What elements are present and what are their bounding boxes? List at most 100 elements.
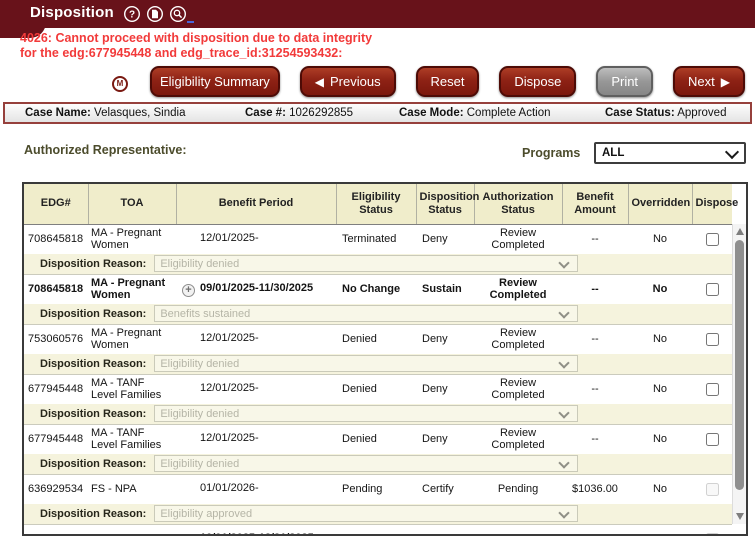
error-line-1: 4026: Cannot proceed with disposition du…	[20, 31, 372, 46]
search-icon[interactable]	[169, 5, 187, 23]
benefit-period-text: 12/01/2025-	[200, 432, 259, 444]
toa-cell: FS - NPA	[88, 474, 176, 504]
previous-label: Previous	[330, 74, 381, 89]
disposition-reason-row: Disposition Reason:Eligibility denied	[24, 254, 732, 274]
table-row: 636929534 FS - NPA +10/01/2025-12/31/202…	[24, 524, 732, 536]
table-row: 708645818 MA - Pregnant Women +09/01/202…	[24, 274, 732, 304]
disposition-reason-select[interactable]: Benefits sustained	[154, 305, 578, 322]
disposition-reason-cell: Disposition Reason:Eligibility denied	[24, 354, 732, 374]
edg-number-cell: 753060576	[24, 324, 88, 354]
disposition-reason-select[interactable]: Eligibility approved	[154, 505, 578, 522]
edg-number-cell: 708645818	[24, 224, 88, 254]
toa-cell: MA - Pregnant Women	[88, 274, 176, 304]
help-icon[interactable]: ?	[123, 5, 141, 23]
disposition-reason-row: Disposition Reason:Eligibility approved	[24, 504, 732, 524]
disposition-status-cell: Deny	[416, 424, 474, 454]
benefit-period-cell: +12/01/2025-	[176, 324, 336, 354]
disposition-status-cell: Deny	[416, 324, 474, 354]
dispose-checkbox[interactable]	[706, 383, 719, 396]
disposition-status-cell: Decrease	[416, 524, 474, 536]
edg-number-cell: 636929534	[24, 524, 88, 536]
eligibility-status-cell: Denied	[336, 374, 416, 404]
scrollbar-up-arrow-icon[interactable]	[733, 225, 747, 238]
authorization-status-cell: Review Completed	[474, 424, 562, 454]
disposition-status-cell: Sustain	[416, 274, 474, 304]
disposition-reason-select[interactable]: Eligibility denied	[154, 455, 578, 472]
eligibility-status-cell: Denied	[336, 324, 416, 354]
disposition-reason-select[interactable]: Eligibility denied	[154, 255, 578, 272]
disposition-reason-label: Disposition Reason:	[40, 458, 146, 470]
dispose-checkbox[interactable]	[706, 233, 719, 246]
programs-select[interactable]: ALL	[594, 142, 746, 164]
print-button[interactable]: Print	[596, 66, 653, 97]
dispose-cell	[692, 274, 732, 304]
case-number-field: Case #: 1026292855	[245, 107, 353, 119]
table-body: 708645818 MA - Pregnant Women +12/01/202…	[24, 224, 732, 536]
disposition-reason-select[interactable]: Eligibility denied	[154, 355, 578, 372]
col-header-benefit-period: Benefit Period	[176, 184, 336, 224]
eligibility-summary-button[interactable]: Eligibility Summary	[150, 66, 280, 97]
benefit-period-cell: +12/01/2025-	[176, 424, 336, 454]
dispose-button[interactable]: Dispose	[499, 66, 576, 97]
benefit-period-cell: +09/01/2025-11/30/2025	[176, 274, 336, 304]
col-header-eligibility-status: Eligibility Status	[336, 184, 416, 224]
cursor-underscore-artifact	[187, 21, 194, 23]
reset-button[interactable]: Reset	[416, 66, 480, 97]
dispose-cell	[692, 524, 732, 536]
disposition-reason-select-wrap: Eligibility denied	[154, 455, 578, 472]
authorization-status-cell: Review Completed	[474, 324, 562, 354]
authorized-representative-label: Authorized Representative:	[24, 143, 187, 157]
document-icon[interactable]	[146, 5, 164, 23]
benefit-amount-cell: $1036.00	[562, 524, 628, 536]
benefit-period-cell: +12/01/2025-	[176, 224, 336, 254]
dispose-checkbox[interactable]	[706, 433, 719, 446]
benefit-period-text: 12/01/2025-	[200, 232, 259, 244]
dispose-checkbox[interactable]	[706, 333, 719, 346]
eligibility-status-cell: No Change	[336, 274, 416, 304]
vertical-scrollbar	[732, 224, 746, 524]
disposition-reason-cell: Disposition Reason:Eligibility approved	[24, 504, 732, 524]
disposition-reason-select[interactable]: Eligibility denied	[154, 405, 578, 422]
table-row: 753060576 MA - Pregnant Women +12/01/202…	[24, 324, 732, 354]
edg-number-cell: 636929534	[24, 474, 88, 504]
table-row: 677945448 MA - TANF Level Families +12/0…	[24, 374, 732, 404]
case-status-value: Approved	[677, 107, 726, 119]
table-row: 636929534 FS - NPA +01/01/2026- Pending …	[24, 474, 732, 504]
eligibility-status-cell: Pending	[336, 524, 416, 536]
disposition-reason-select-wrap: Eligibility denied	[154, 255, 578, 272]
case-info-bar: Case Name: Velasques, Sindia Case #: 102…	[3, 102, 752, 124]
benefit-period-cell: +01/01/2026-	[176, 474, 336, 504]
disposition-reason-select-wrap: Eligibility denied	[154, 405, 578, 422]
disposition-reason-select-wrap: Eligibility approved	[154, 505, 578, 522]
next-arrow-icon: ▶	[721, 76, 730, 88]
previous-button[interactable]: ◀Previous	[300, 66, 396, 97]
benefit-period-text: 09/01/2025-11/30/2025	[200, 282, 313, 294]
next-button[interactable]: Next ▶	[673, 66, 745, 97]
toa-cell: MA - Pregnant Women	[88, 324, 176, 354]
benefit-period-text: 12/01/2025-	[200, 382, 259, 394]
benefit-period-cell: +10/01/2025-12/31/2025	[176, 524, 336, 536]
error-message: 4026: Cannot proceed with disposition du…	[20, 31, 372, 60]
scrollbar-down-arrow-icon[interactable]	[733, 510, 747, 523]
disposition-table: EDG# TOA Benefit Period Eligibility Stat…	[22, 182, 748, 536]
benefit-period-text: 10/01/2025-12/31/2025	[200, 532, 314, 536]
print-label: Print	[611, 74, 638, 89]
toa-cell: FS - NPA	[88, 524, 176, 536]
disposition-reason-cell: Disposition Reason: Eligibility denied	[24, 454, 732, 474]
benefit-amount-cell: --	[562, 274, 628, 304]
toa-cell: MA - Pregnant Women	[88, 224, 176, 254]
dispose-checkbox[interactable]	[706, 483, 719, 496]
disposition-reason-label: Disposition Reason:	[40, 408, 146, 420]
scrollbar-thumb[interactable]	[735, 240, 744, 490]
disposition-reason-row: Disposition Reason:Benefits sustained	[24, 304, 732, 324]
expand-plus-icon[interactable]: +	[182, 284, 195, 297]
col-header-dispose: Dispose	[692, 184, 732, 224]
table-row: 677945448 MA - TANF Level Families +12/0…	[24, 424, 732, 454]
disposition-reason-row: Disposition Reason: Eligibility denied	[24, 404, 732, 424]
dispose-checkbox[interactable]	[706, 283, 719, 296]
next-label: Next	[688, 74, 715, 89]
overridden-cell: No	[628, 374, 692, 404]
eligibility-summary-label: Eligibility Summary	[160, 74, 270, 89]
col-header-overridden: Overridden	[628, 184, 692, 224]
disposition-reason-cell: Disposition Reason:Benefits sustained	[24, 304, 732, 324]
